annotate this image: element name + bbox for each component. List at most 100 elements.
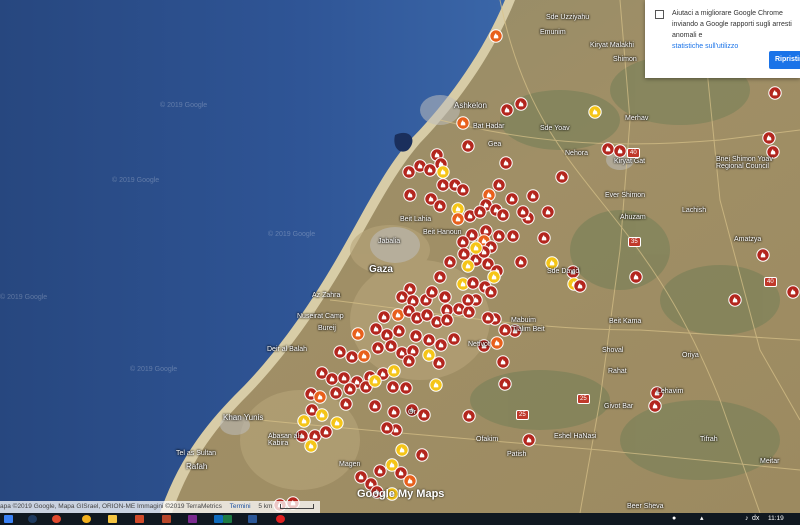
incident-marker[interactable]: [315, 408, 329, 422]
incident-marker[interactable]: [489, 29, 503, 43]
opera-icon[interactable]: [276, 515, 285, 523]
incident-marker[interactable]: [433, 199, 447, 213]
incident-marker[interactable]: [522, 433, 536, 447]
incident-marker[interactable]: [343, 382, 357, 396]
incident-marker[interactable]: [756, 248, 770, 262]
incident-marker[interactable]: [516, 205, 530, 219]
incident-marker[interactable]: [601, 142, 615, 156]
incident-marker[interactable]: [433, 270, 447, 284]
incident-marker[interactable]: [555, 170, 569, 184]
powerpoint-icon[interactable]: [162, 515, 171, 523]
search-icon[interactable]: [28, 515, 37, 523]
incident-marker[interactable]: [514, 255, 528, 269]
incident-marker[interactable]: [297, 414, 311, 428]
incident-marker[interactable]: [402, 165, 416, 179]
incident-marker[interactable]: [500, 103, 514, 117]
incident-marker[interactable]: [368, 374, 382, 388]
incident-marker[interactable]: [588, 105, 602, 119]
incident-marker[interactable]: [369, 322, 383, 336]
incident-marker[interactable]: [387, 405, 401, 419]
report-checkbox[interactable]: [655, 10, 664, 19]
incident-marker[interactable]: [473, 205, 487, 219]
taskbar-clock[interactable]: 11:19: [768, 513, 784, 525]
incident-marker[interactable]: [425, 285, 439, 299]
incident-marker[interactable]: [440, 313, 454, 327]
tray-people-icon[interactable]: ●: [672, 513, 676, 525]
incident-marker[interactable]: [457, 247, 471, 261]
incident-marker[interactable]: [487, 270, 501, 284]
incident-marker[interactable]: [434, 338, 448, 352]
chrome-icon[interactable]: [52, 515, 61, 523]
incident-marker[interactable]: [496, 355, 510, 369]
incident-marker[interactable]: [386, 380, 400, 394]
incident-marker[interactable]: [461, 259, 475, 273]
tray-network-icon[interactable]: ▴: [700, 513, 704, 525]
incident-marker[interactable]: [505, 192, 519, 206]
incident-marker[interactable]: [337, 371, 351, 385]
incident-marker[interactable]: [728, 293, 742, 307]
incident-marker[interactable]: [387, 364, 401, 378]
incident-marker[interactable]: [403, 474, 417, 488]
incident-marker[interactable]: [506, 229, 520, 243]
incident-marker[interactable]: [461, 293, 475, 307]
incident-marker[interactable]: [492, 178, 506, 192]
incident-marker[interactable]: [537, 231, 551, 245]
incident-marker[interactable]: [613, 144, 627, 158]
terms-link[interactable]: Termini: [230, 503, 251, 510]
incident-marker[interactable]: [456, 183, 470, 197]
incident-marker[interactable]: [461, 139, 475, 153]
incident-marker[interactable]: [392, 324, 406, 338]
incident-marker[interactable]: [436, 178, 450, 192]
chrome-active-icon[interactable]: [82, 515, 91, 523]
incident-marker[interactable]: [377, 310, 391, 324]
incident-marker[interactable]: [498, 323, 512, 337]
incident-marker[interactable]: [373, 464, 387, 478]
incident-marker[interactable]: [423, 163, 437, 177]
incident-marker[interactable]: [329, 386, 343, 400]
incident-marker[interactable]: [462, 409, 476, 423]
incident-marker[interactable]: [399, 381, 413, 395]
incident-marker[interactable]: [447, 332, 461, 346]
incident-marker[interactable]: [313, 390, 327, 404]
incident-marker[interactable]: [384, 339, 398, 353]
incident-marker[interactable]: [319, 425, 333, 439]
incident-marker[interactable]: [573, 279, 587, 293]
incident-marker[interactable]: [357, 349, 371, 363]
incident-marker[interactable]: [325, 372, 339, 386]
incident-marker[interactable]: [456, 116, 470, 130]
incident-marker[interactable]: [409, 329, 423, 343]
start-icon[interactable]: [4, 515, 13, 523]
incident-marker[interactable]: [417, 408, 431, 422]
incident-marker[interactable]: [443, 255, 457, 269]
tray-volume-icon[interactable]: ♪: [745, 513, 749, 525]
incident-marker[interactable]: [469, 241, 483, 255]
incident-marker[interactable]: [648, 399, 662, 413]
incident-marker[interactable]: [496, 208, 510, 222]
incident-marker[interactable]: [490, 336, 504, 350]
restore-button[interactable]: Ripristina: [769, 51, 800, 69]
incident-marker[interactable]: [339, 397, 353, 411]
incident-marker[interactable]: [526, 189, 540, 203]
incident-marker[interactable]: [368, 399, 382, 413]
incident-marker[interactable]: [422, 333, 436, 347]
incident-marker[interactable]: [451, 212, 465, 226]
incident-marker[interactable]: [484, 285, 498, 299]
file-explorer-icon[interactable]: [108, 515, 117, 523]
incident-marker[interactable]: [429, 378, 443, 392]
incident-marker[interactable]: [481, 311, 495, 325]
incident-marker[interactable]: [395, 443, 409, 457]
incident-marker[interactable]: [371, 341, 385, 355]
incident-marker[interactable]: [333, 345, 347, 359]
incident-marker[interactable]: [786, 285, 800, 299]
incident-marker[interactable]: [422, 348, 436, 362]
incident-marker[interactable]: [768, 86, 782, 100]
incident-marker[interactable]: [351, 327, 365, 341]
incident-marker[interactable]: [629, 270, 643, 284]
incident-marker[interactable]: [498, 377, 512, 391]
incident-marker[interactable]: [402, 354, 416, 368]
incident-marker[interactable]: [330, 416, 344, 430]
excel-icon[interactable]: [223, 515, 232, 523]
incident-marker[interactable]: [466, 276, 480, 290]
incident-marker[interactable]: [403, 188, 417, 202]
incident-marker[interactable]: [380, 421, 394, 435]
